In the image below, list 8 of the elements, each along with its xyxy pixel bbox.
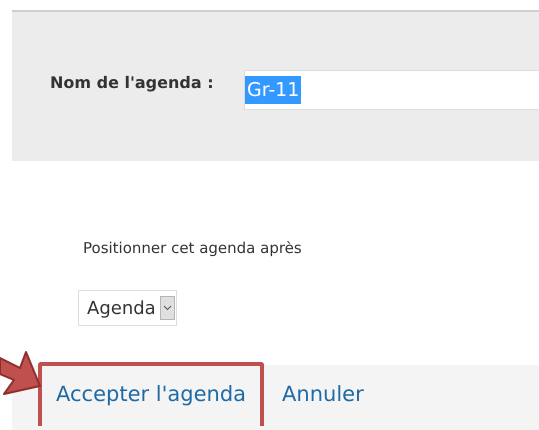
position-label: Positionner cet agenda après [83, 239, 302, 257]
name-input-field[interactable]: Gr-11 [244, 70, 539, 110]
action-link[interactable]: Accepter l'agenda [38, 362, 264, 426]
callout-arrow [0, 348, 44, 398]
agenda-dropdown[interactable]: Agenda [78, 290, 177, 326]
field-label: Nom de l'agenda : [50, 72, 215, 94]
action-link[interactable]: Annuler [264, 362, 382, 426]
caret-icon [160, 296, 175, 320]
